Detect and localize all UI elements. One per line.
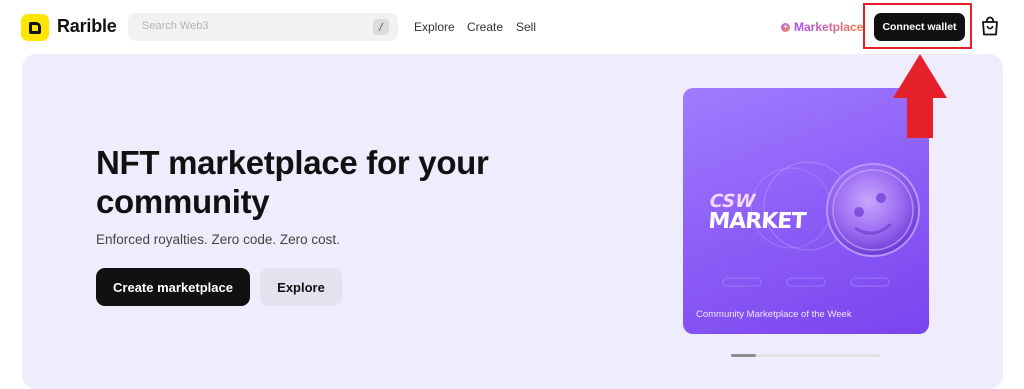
card-caption: Community Marketplace of the Week [696,309,852,320]
marketplace-link[interactable]: + Marketplace [781,20,863,34]
carousel-progress-active [731,354,756,357]
hero-title: NFT marketplace for your community [96,144,489,220]
card-marketplace-logo: CSW MARKET [707,191,808,234]
search-placeholder: Search Web3 [142,20,209,32]
create-marketplace-button[interactable]: Create marketplace [96,268,250,306]
hero-subtitle: Enforced royalties. Zero code. Zero cost… [96,232,340,247]
marketplace-dot-icon: + [781,22,790,32]
explore-button[interactable]: Explore [260,268,342,306]
rarible-logo-icon[interactable] [21,14,49,41]
nav-sell[interactable]: Sell [516,20,536,34]
search-shortcut-badge: / [373,19,389,35]
carousel-progress[interactable] [731,354,880,357]
shopping-bag-icon[interactable] [981,16,999,36]
brand-name[interactable]: Rarible [57,16,117,37]
marketplace-link-label: Marketplace [794,20,864,34]
nav-explore[interactable]: Explore [414,20,455,34]
annotation-highlight-box [863,3,972,49]
nav-create[interactable]: Create [467,20,503,34]
annotation-arrow-icon [893,54,947,138]
search-input[interactable]: Search Web3 / [128,13,398,41]
card-logo-bottom: MARKET [707,209,807,234]
